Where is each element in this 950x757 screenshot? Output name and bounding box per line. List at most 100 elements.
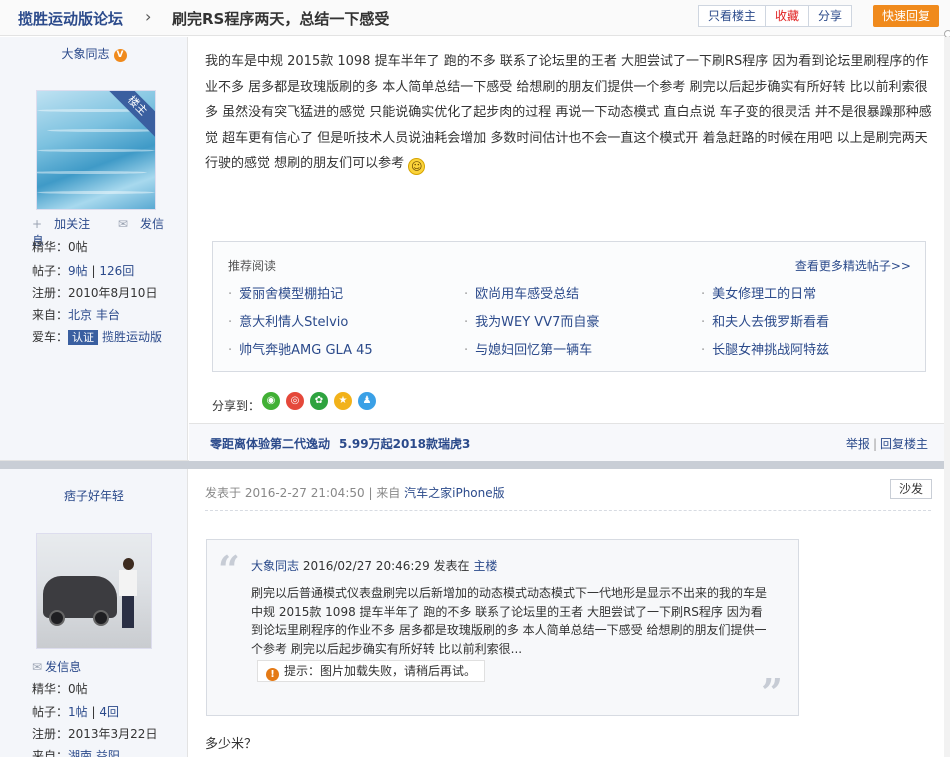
author-from: 来自：北京 丰台: [32, 306, 120, 323]
floor-badge: 沙发: [890, 479, 932, 499]
thread-title: 刷完RS程序两天，总结一下感受: [172, 10, 390, 28]
quote-time: 2016/02/27 20:46:29 发表在: [299, 559, 474, 573]
quick-reply-button[interactable]: 快速回复: [873, 5, 939, 27]
recommend-more-link[interactable]: 查看更多精选帖子>>: [795, 257, 911, 274]
plus-icon: +: [32, 217, 43, 231]
recommend-item[interactable]: 欧尚用车感受总结: [464, 283, 579, 302]
follow-button[interactable]: + 加关注: [32, 217, 102, 231]
car-verified-tag: 认证: [68, 330, 99, 345]
author-name-link[interactable]: 痞子好年轻: [0, 487, 188, 504]
envelope-icon: ✉: [32, 660, 43, 674]
author-register: 注册：2010年8月10日: [32, 286, 158, 300]
recommend-item[interactable]: 爱丽舍模型棚拍记: [228, 283, 343, 302]
post-meta: 发表于 2016-2-27 21:04:50 | 来自 汽车之家iPhone版: [205, 484, 505, 501]
author-posts: 帖子：9帖 | 126回: [32, 262, 134, 279]
post-reply: 痞子好年轻 ✉ 发信息 精华：0帖 帖子：1帖 | 4回 注册：2013年3月22…: [0, 469, 944, 757]
from-label: 来自：: [32, 749, 69, 757]
recommend-item[interactable]: 我为WEY VV7而自豪: [464, 311, 599, 330]
follow-label: 加关注: [54, 217, 91, 231]
share-label: 分享到：: [212, 399, 261, 413]
author-sidebar: 大象同志 V 楼主 + 加关注 ✉ 发信息 精华：0帖 帖子：9帖 | 126回 注册…: [0, 37, 188, 460]
report-sep: |: [872, 437, 877, 451]
from-label: 来自：: [32, 308, 69, 322]
avatar[interactable]: [36, 533, 152, 649]
avatar[interactable]: 楼主: [36, 90, 156, 210]
car-label: 爱车：: [32, 330, 69, 344]
message-label: 发信息: [45, 660, 82, 674]
op-tag: 楼主: [102, 91, 155, 141]
post-footer: 零距离体验第二代逸动 5.99万起2018款瑞虎3 举报 | 回复楼主: [189, 423, 944, 461]
post-body-text: 我的车是中规 2015款 1098 提车半年了 跑的不多 联系了论坛里的王者 大…: [205, 54, 932, 171]
author-essence: 精华：0帖: [32, 240, 88, 254]
share-button[interactable]: 分享: [809, 6, 851, 26]
image-load-failed-text: 提示：图片加载失败，请稍后再试。: [284, 664, 477, 678]
author-name-link[interactable]: 大象同志: [61, 47, 109, 61]
report-actions: 举报 | 回复楼主: [846, 435, 928, 452]
post-op: 大象同志 V 楼主 + 加关注 ✉ 发信息 精华：0帖 帖子：9帖 | 126回 注册…: [0, 37, 944, 461]
posts-label: 帖子：: [32, 264, 69, 278]
forum-name-link[interactable]: 揽胜运动版论坛: [18, 8, 123, 29]
post-body: 我的车是中规 2015款 1098 提车半年了 跑的不多 联系了论坛里的王者 大…: [205, 49, 933, 177]
post-content: 发表于 2016-2-27 21:04:50 | 来自 汽车之家iPhone版 …: [189, 469, 944, 757]
only-op-button[interactable]: 只看楼主: [699, 6, 767, 26]
dashed-divider: [205, 510, 931, 511]
quote-author-link[interactable]: 大象同志: [251, 559, 299, 573]
scrollbar-track[interactable]: [944, 37, 950, 757]
recommend-item[interactable]: 与媳妇回忆第一辆车: [464, 339, 592, 358]
author-car: 爱车： 认证 揽胜运动版: [32, 328, 162, 345]
verified-v-icon: V: [113, 49, 127, 62]
quote-close-icon: ”: [761, 670, 783, 715]
recommend-item[interactable]: 帅气奔驰AMG GLA 45: [228, 339, 373, 358]
weibo-icon[interactable]: ◎: [286, 392, 304, 410]
recommend-title: 推荐阅读: [228, 259, 277, 273]
report-link[interactable]: 举报: [846, 437, 870, 451]
image-load-failed-notice: ! 提示：图片加载失败，请稍后再试。: [257, 660, 486, 682]
author-register: 注册：2013年3月22日: [32, 727, 158, 741]
reply-body: 多少米？: [205, 737, 258, 752]
smiley-icon: ☺: [408, 158, 426, 175]
thread-header: 揽胜运动版论坛 › 刷完RS程序两天，总结一下感受 只看楼主 收藏 分享 快速回…: [0, 0, 950, 36]
author-sidebar: 痞子好年轻 ✉ 发信息 精华：0帖 帖子：1帖 | 4回 注册：2013年3月22…: [0, 469, 188, 757]
message-button[interactable]: ✉ 发信息: [32, 658, 81, 675]
replies-count-link[interactable]: 4回: [99, 705, 119, 719]
qq-icon[interactable]: ♟: [358, 392, 376, 410]
chevron-right-icon: ›: [145, 7, 152, 26]
ad-link[interactable]: 5.99万起2018款瑞虎3: [339, 435, 470, 452]
from-value[interactable]: 湖南 益阳: [68, 749, 120, 757]
from-value[interactable]: 北京 丰台: [68, 308, 120, 322]
car-model-link[interactable]: 揽胜运动版: [102, 330, 162, 344]
posts-sep: |: [91, 705, 96, 719]
quote-block: “ 大象同志 2016/02/27 20:46:29 发表在 主楼 刷完以后普通…: [206, 539, 799, 716]
qzone-icon[interactable]: ★: [334, 392, 352, 410]
post-divider: [0, 461, 944, 469]
author-posts: 帖子：1帖 | 4回: [32, 703, 119, 720]
recommend-item[interactable]: 和夫人去俄罗斯看看: [701, 311, 829, 330]
header-button-group: 只看楼主 收藏 分享: [698, 5, 853, 27]
warning-icon: !: [266, 668, 279, 681]
recommend-item[interactable]: 长腿女神挑战阿特兹: [701, 339, 829, 358]
quote-floor-link[interactable]: 主楼: [473, 559, 497, 573]
author-from: 来自：湖南 益阳: [32, 747, 120, 757]
envelope-icon: ✉: [117, 217, 128, 231]
posts-count-link[interactable]: 1帖: [68, 705, 88, 719]
recommend-item[interactable]: 美女修理工的日常: [701, 283, 816, 302]
quote-open-icon: “: [218, 547, 240, 592]
quote-text: 刷完以后普通模式仪表盘刷完以后新增加的动态模式动态模式下一代地形是显示不出来的我…: [251, 586, 768, 656]
favorite-button[interactable]: 收藏: [766, 6, 810, 26]
posts-count-link[interactable]: 9帖: [68, 264, 88, 278]
post-content: 我的车是中规 2015款 1098 提车半年了 跑的不多 联系了论坛里的王者 大…: [189, 37, 944, 461]
author-essence: 精华：0帖: [32, 682, 88, 696]
moments-icon[interactable]: ✿: [310, 392, 328, 410]
quote-header: 大象同志 2016/02/27 20:46:29 发表在 主楼: [251, 557, 497, 574]
author-name-row: 大象同志 V: [0, 45, 188, 62]
reply-op-link[interactable]: 回复楼主: [880, 437, 928, 451]
recommend-item[interactable]: 意大利情人Stelvio: [228, 311, 348, 330]
post-source-link[interactable]: 汽车之家iPhone版: [404, 486, 505, 500]
replies-count-link[interactable]: 126回: [99, 264, 134, 278]
recommend-box: 推荐阅读 查看更多精选帖子>> 爱丽舍模型棚拍记 欧尚用车感受总结 美女修理工的…: [212, 241, 926, 372]
wechat-icon[interactable]: ◉: [262, 392, 280, 410]
post-time: 发表于 2016-2-27 21:04:50 | 来自: [205, 486, 405, 500]
ad-link[interactable]: 零距离体验第二代逸动: [210, 435, 330, 452]
posts-sep: |: [91, 264, 96, 278]
posts-label: 帖子：: [32, 705, 69, 719]
